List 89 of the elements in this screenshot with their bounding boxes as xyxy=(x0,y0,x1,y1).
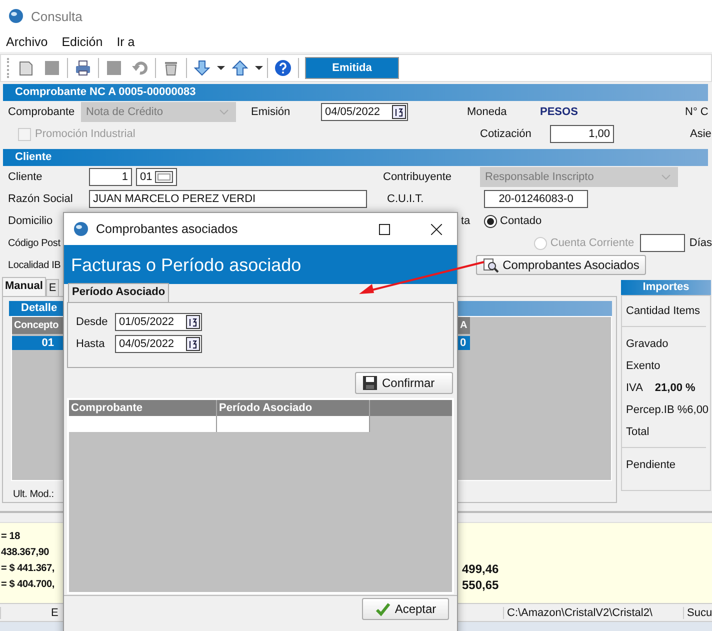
section-header: Comprobante NC A 0005-00000083 xyxy=(3,84,708,101)
field-label: Hasta xyxy=(76,338,106,350)
name-field[interactable]: JUAN MARCELO PEREZ VERDI xyxy=(89,190,367,208)
undo-icon[interactable] xyxy=(131,59,149,77)
globe-icon xyxy=(73,221,89,237)
up-arrow-icon[interactable] xyxy=(231,59,249,77)
field-label: Código Post xyxy=(8,238,60,248)
total-value: 21,00 % xyxy=(654,382,696,394)
caret-icon[interactable] xyxy=(255,64,263,72)
total-label: IVA xyxy=(626,382,643,394)
total-label: Percep.IB %6,00 xyxy=(626,404,709,416)
field-label: Asie xyxy=(690,128,712,140)
table-cell-text: 01 xyxy=(40,337,55,349)
status-field: Sucu xyxy=(683,606,712,618)
trash-icon[interactable] xyxy=(162,59,180,77)
field-label: Domicilio xyxy=(8,215,54,227)
field-label: Desde xyxy=(76,316,109,328)
magnifier-icon xyxy=(482,257,499,273)
days-field[interactable] xyxy=(640,234,686,252)
section-header: Importes xyxy=(621,280,711,295)
associated-vouchers-button[interactable]: Comprobantes Asociados xyxy=(476,255,646,275)
field-label: Emisión xyxy=(251,106,292,118)
currency-value: PESOS xyxy=(540,106,579,118)
status-label: Emitida xyxy=(305,57,399,79)
rate-field[interactable]: 1,00 xyxy=(550,125,614,143)
field-label: ta xyxy=(461,215,472,227)
date-field[interactable]: 04/05/2022 xyxy=(115,335,202,353)
date-field[interactable]: 04/05/2022 xyxy=(321,103,408,121)
dialog-header: Facturas o Período asociado xyxy=(64,245,457,284)
field-label: Localidad IB xyxy=(8,260,61,270)
tab[interactable]: Manual xyxy=(2,277,46,296)
summary-text: 438.367,90 xyxy=(1,546,50,560)
checkmark-icon xyxy=(374,601,391,617)
radio-button[interactable] xyxy=(484,214,497,228)
field-label: Comprobante xyxy=(8,106,76,118)
field-label: N° C xyxy=(685,106,708,118)
field-label: C.U.I.T. xyxy=(387,193,425,205)
field-label: Contribuyente xyxy=(383,171,452,183)
tab[interactable]: Período Asociado xyxy=(68,283,170,302)
dialog-title: Comprobantes asociados xyxy=(96,222,239,236)
column-header: Concepto xyxy=(13,320,60,331)
caret-icon[interactable] xyxy=(217,64,225,72)
tab[interactable]: E xyxy=(46,279,60,296)
help-icon[interactable] xyxy=(274,59,292,77)
last-modified-label: Ult. Mod.: xyxy=(13,489,55,500)
lookup-icon[interactable] xyxy=(155,171,173,183)
client-code-field[interactable]: 1 xyxy=(89,168,132,186)
printer-icon[interactable] xyxy=(74,59,92,77)
summary-text: = $ 404.700, xyxy=(1,578,56,592)
down-arrow-icon[interactable] xyxy=(193,59,211,77)
accept-button[interactable]: Aceptar xyxy=(362,598,449,620)
field-label: Moneda xyxy=(467,106,508,118)
window-title: Consulta xyxy=(31,8,82,24)
date-field[interactable]: 01/05/2022 xyxy=(115,313,202,331)
field-label: Razón Social xyxy=(8,193,74,205)
field-label: Cliente xyxy=(8,171,44,183)
square-icon[interactable] xyxy=(105,59,123,77)
maximize-icon[interactable] xyxy=(379,224,390,234)
calendar-icon[interactable] xyxy=(186,315,200,329)
total-label: Gravado xyxy=(626,338,668,350)
table-cell-text: 0 xyxy=(460,337,468,349)
total-label: Cantidad Items xyxy=(626,305,700,317)
menu-item[interactable]: Edición xyxy=(56,35,108,49)
total-label: Pendiente xyxy=(626,459,676,471)
calendar-icon[interactable] xyxy=(186,337,200,351)
section-header: Cliente xyxy=(3,149,708,166)
status-field: C:\Amazon\CristalV2\Cristal2\ xyxy=(503,606,683,618)
confirm-button[interactable]: Confirmar xyxy=(355,372,453,394)
field-label: Días xyxy=(689,237,712,249)
branch-field[interactable]: 01 xyxy=(136,168,177,186)
total-label: Total xyxy=(626,426,650,438)
radio-label: Contado xyxy=(500,215,542,227)
close-icon[interactable] xyxy=(431,224,442,234)
summary-text: 499,46 xyxy=(462,561,499,577)
calendar-icon[interactable] xyxy=(392,105,406,119)
summary-text: = 18 xyxy=(1,530,21,544)
summary-text: = $ 441.367, xyxy=(1,562,56,576)
radio-label: Cuenta Corriente xyxy=(550,237,636,249)
globe-icon xyxy=(8,8,24,24)
column-header: A xyxy=(460,320,468,331)
cuit-field[interactable]: 20-01246083-0 xyxy=(484,190,588,208)
total-label: Exento xyxy=(626,360,660,372)
checkbox-label: Promoción Industrial xyxy=(35,128,136,140)
square-icon[interactable] xyxy=(43,59,61,77)
summary-text: 550,65 xyxy=(462,577,499,593)
field-label: Cotización xyxy=(480,128,532,140)
menu-item[interactable]: Archivo xyxy=(1,35,53,49)
menu-item[interactable]: Ir a xyxy=(112,35,140,49)
document-icon[interactable] xyxy=(17,59,35,77)
